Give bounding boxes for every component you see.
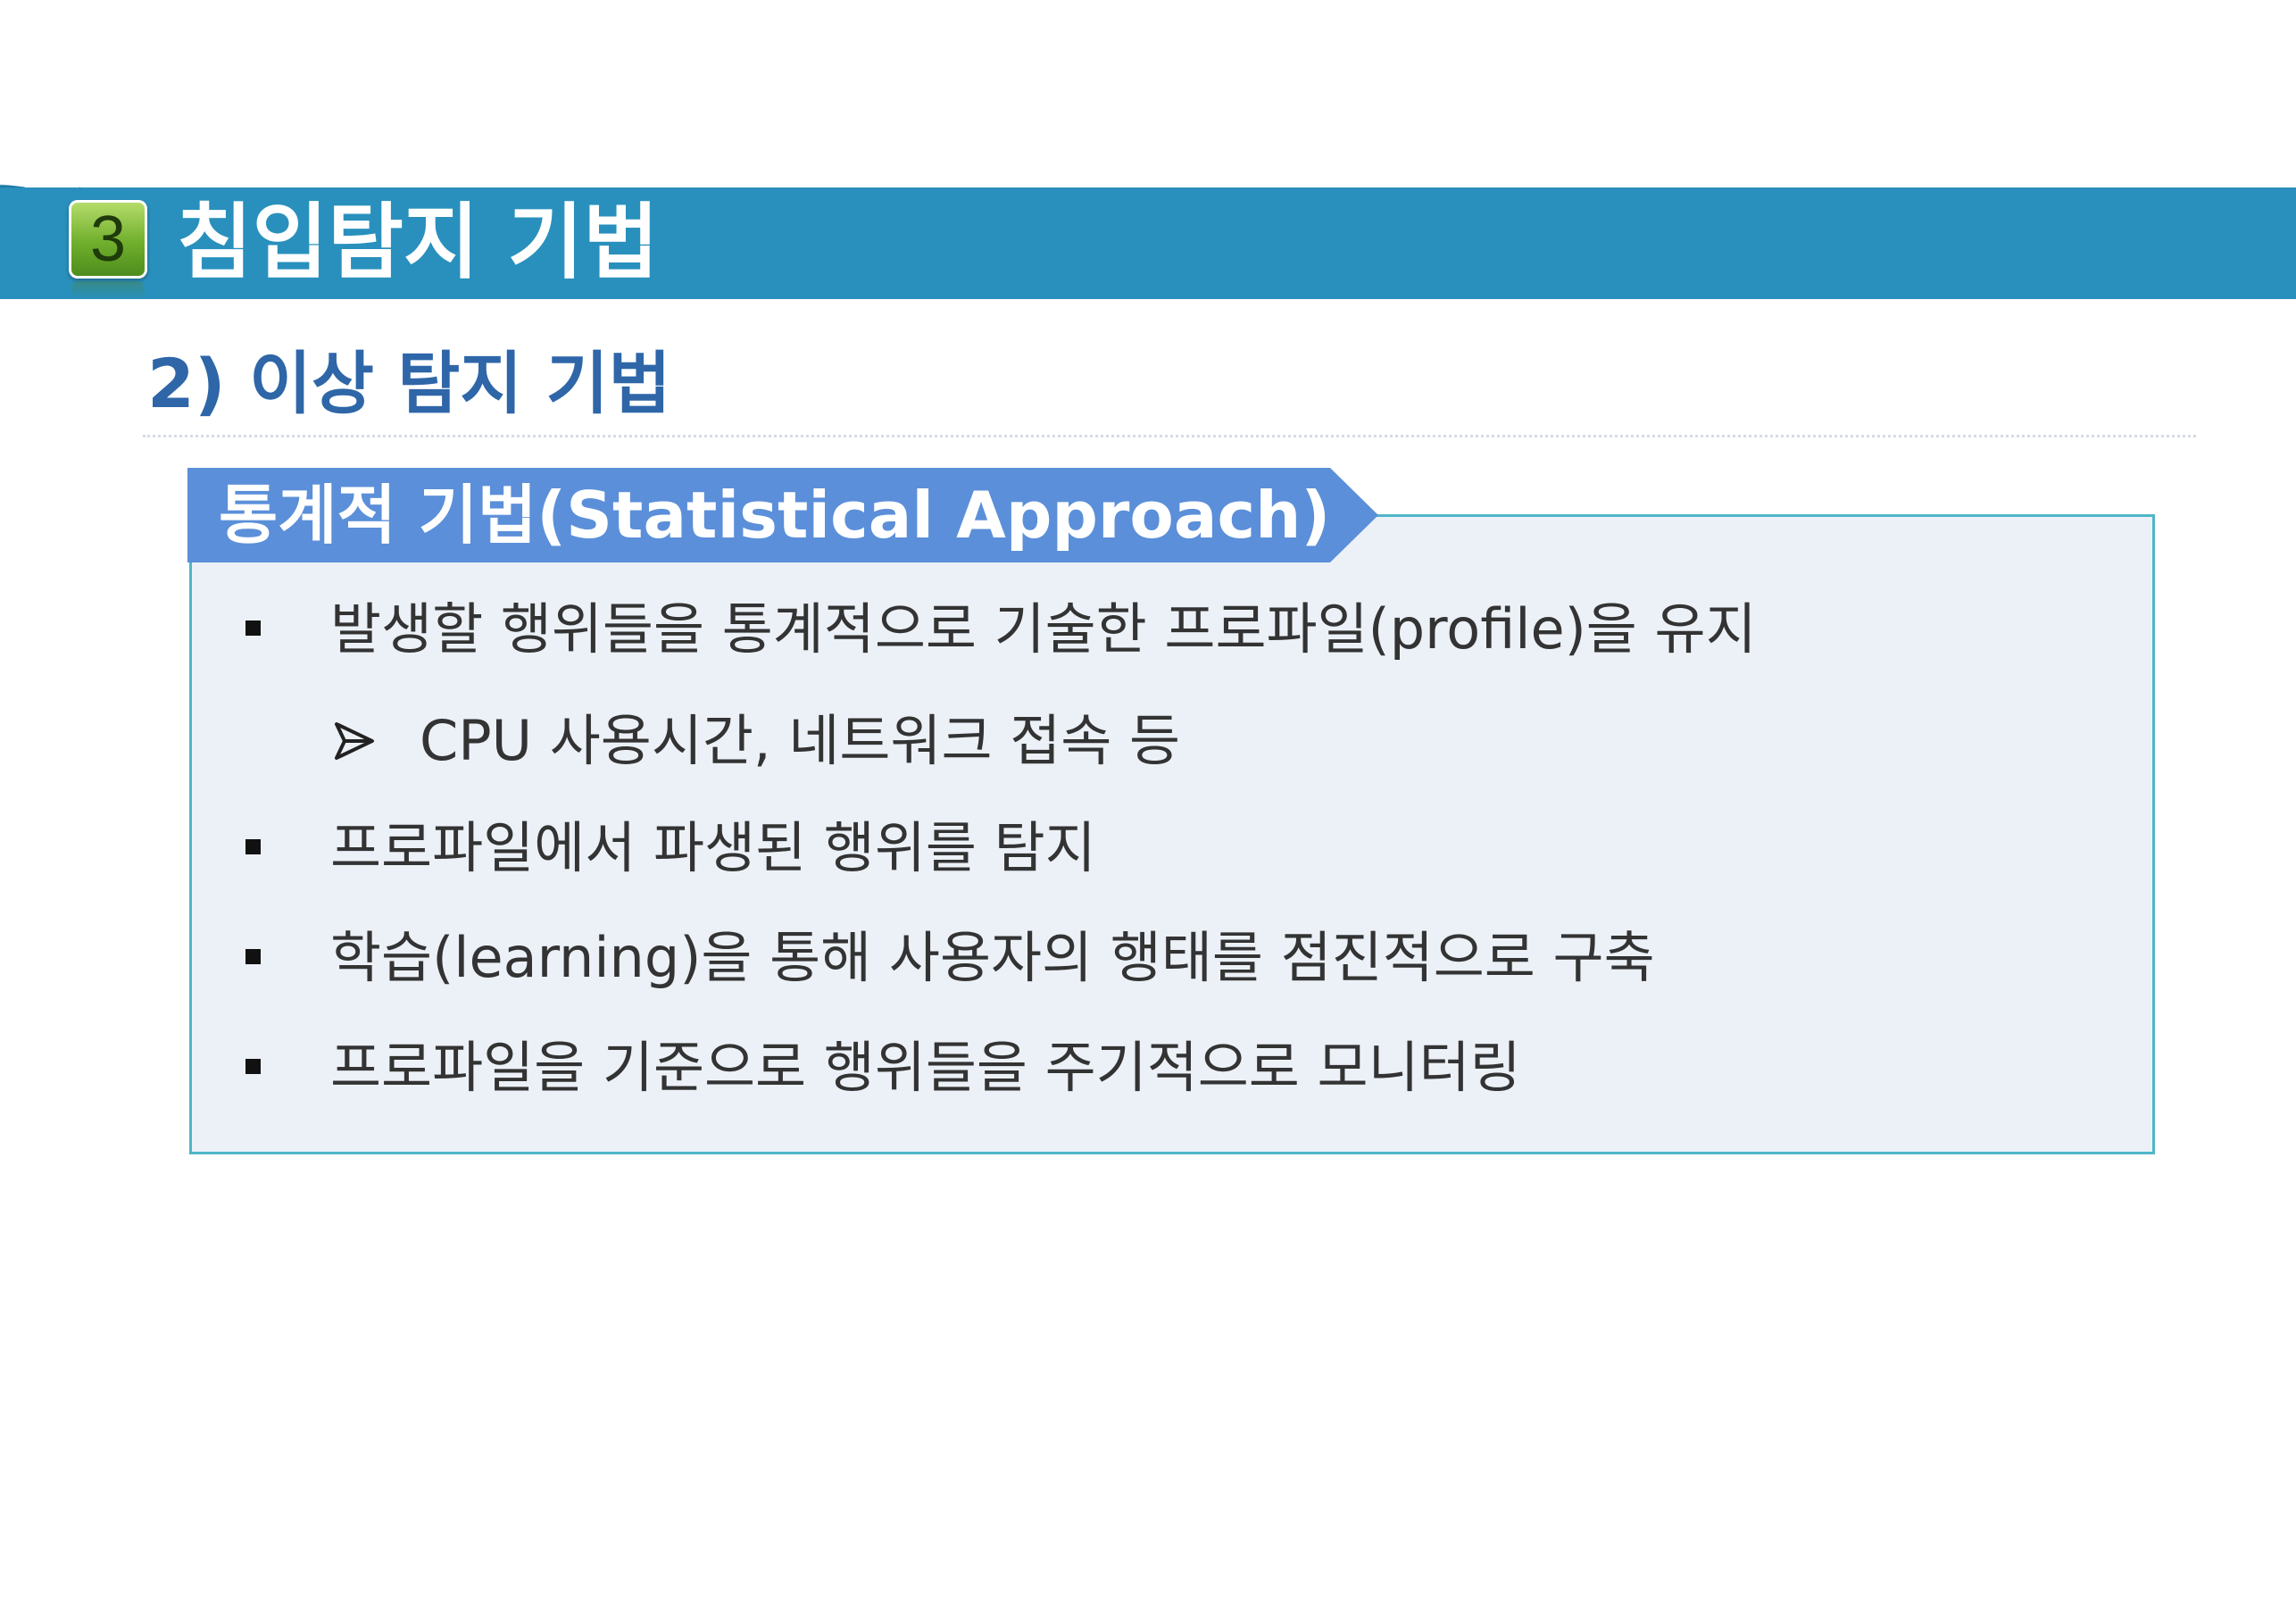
list-item: 프로파일에서 파생된 행위를 탐지 bbox=[330, 815, 1096, 880]
dotted-divider bbox=[143, 435, 2196, 437]
section-number: 3 bbox=[89, 204, 127, 275]
arrow-bullet-icon bbox=[335, 722, 374, 760]
section-number-badge: 3 bbox=[69, 200, 147, 279]
sub-heading: 2) 이상 탐지 기법 bbox=[147, 344, 671, 423]
bullet-square-icon bbox=[245, 620, 261, 636]
list-item: 학습(learning)을 통해 사용자의 행태를 점진적으로 구축 bbox=[330, 925, 1655, 990]
bullet-square-icon bbox=[245, 949, 261, 964]
list-item: 발생할 행위들을 통계적으로 기술한 프로파일(profile)을 유지 bbox=[330, 596, 1757, 662]
section-title: 침입탐지 기법 bbox=[177, 195, 659, 290]
badge-reflection bbox=[71, 281, 145, 299]
list-subitem: CPU 사용시간, 네트워크 접속 등 bbox=[420, 708, 1181, 773]
box-tab-label: 통계적 기법(Statistical Approach) bbox=[219, 478, 1331, 553]
bullet-square-icon bbox=[245, 1059, 261, 1074]
bullet-square-icon bbox=[245, 839, 261, 854]
list-item: 프로파일을 기준으로 행위들을 주기적으로 모니터링 bbox=[330, 1035, 1521, 1100]
